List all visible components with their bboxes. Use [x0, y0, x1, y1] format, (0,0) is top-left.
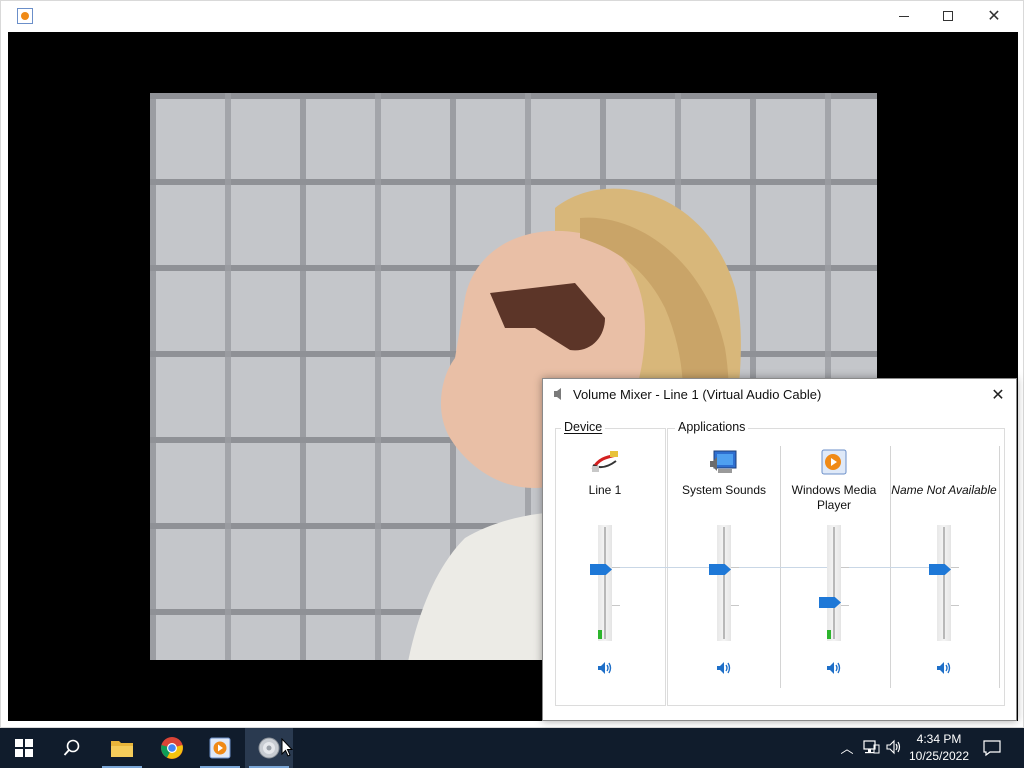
peak-meter — [598, 630, 602, 639]
system-sounds-icon — [710, 450, 737, 473]
channel-name: System Sounds — [681, 483, 767, 497]
mouse-cursor-icon — [281, 738, 293, 757]
maximize-icon — [943, 11, 953, 21]
network-icon[interactable] — [862, 738, 880, 756]
channel-windows-media-player: Windows Media Player — [781, 447, 887, 687]
slider-tick — [731, 605, 739, 606]
channel-line-1: Line 1 — [552, 447, 658, 687]
windows-media-player-icon — [17, 8, 33, 24]
applications-group-label: Applications — [675, 420, 749, 434]
channel-name: Line 1 — [588, 483, 622, 497]
windows-media-player-icon — [821, 449, 847, 475]
mute-button[interactable] — [596, 659, 614, 677]
mute-button[interactable] — [715, 659, 733, 677]
slider-tick — [841, 567, 849, 568]
media-player-button[interactable] — [196, 728, 244, 768]
search-button[interactable] — [48, 728, 96, 768]
chrome-icon — [161, 737, 183, 759]
clock-date: 10/25/2022 — [908, 749, 970, 763]
speaker-icon — [554, 388, 561, 400]
slider-tick — [841, 605, 849, 606]
slider-groove — [604, 527, 606, 639]
taskbar: ︿ 4:34 PM 10/25/2022 — [0, 728, 1024, 768]
slider-tick — [612, 605, 620, 606]
player-titlebar[interactable]: ✕ — [1, 1, 1023, 31]
chrome-button[interactable] — [148, 728, 196, 768]
channel-name: Name Not Available — [891, 483, 997, 497]
show-hidden-icons-button[interactable]: ︿ — [838, 738, 856, 756]
file-explorer-button[interactable] — [98, 728, 146, 768]
volume-slider[interactable] — [590, 525, 620, 641]
volume-slider[interactable] — [819, 525, 849, 641]
speaker-icon — [258, 737, 280, 759]
search-icon — [63, 739, 80, 756]
clock-time: 4:34 PM — [916, 732, 962, 746]
close-icon: ✕ — [987, 8, 1001, 25]
slider-tick — [612, 567, 620, 568]
mixer-title: Volume Mixer - Line 1 (Virtual Audio Cab… — [573, 387, 822, 402]
minimize-button[interactable] — [881, 1, 927, 31]
volume-slider[interactable] — [709, 525, 739, 641]
slider-tick — [951, 605, 959, 606]
mute-button[interactable] — [935, 659, 953, 677]
slider-groove — [943, 527, 945, 639]
minimize-icon — [899, 15, 909, 17]
volume-slider[interactable] — [929, 525, 959, 641]
applications-scroll-edge — [999, 446, 1000, 688]
slider-groove — [833, 527, 835, 639]
close-icon: ✕ — [991, 387, 1005, 404]
audio-cable-icon — [591, 451, 618, 472]
start-button[interactable] — [0, 728, 48, 768]
folder-icon — [111, 741, 133, 757]
close-button[interactable]: ✕ — [971, 1, 1017, 31]
media-player-icon — [209, 737, 231, 759]
volume-mixer-dialog: Volume Mixer - Line 1 (Virtual Audio Cab… — [542, 378, 1017, 721]
mixer-close-button[interactable]: ✕ — [983, 383, 1013, 407]
channel-name: Windows Media Player — [791, 483, 877, 512]
chevron-up-icon: ︿ — [840, 740, 854, 756]
peak-meter — [827, 630, 831, 639]
windows-logo-icon — [15, 739, 33, 757]
slider-groove — [723, 527, 725, 639]
action-center-icon[interactable] — [982, 738, 1002, 758]
mute-button[interactable] — [825, 659, 843, 677]
maximize-button[interactable] — [925, 1, 971, 31]
channel-system-sounds: System Sounds — [671, 447, 777, 687]
slider-tick — [951, 567, 959, 568]
device-group-label: Device — [561, 420, 606, 434]
taskbar-clock[interactable]: 4:34 PM 10/25/2022 — [900, 731, 978, 765]
slider-tick — [731, 567, 739, 568]
channel-name-not-available: Name Not Available — [891, 447, 997, 687]
